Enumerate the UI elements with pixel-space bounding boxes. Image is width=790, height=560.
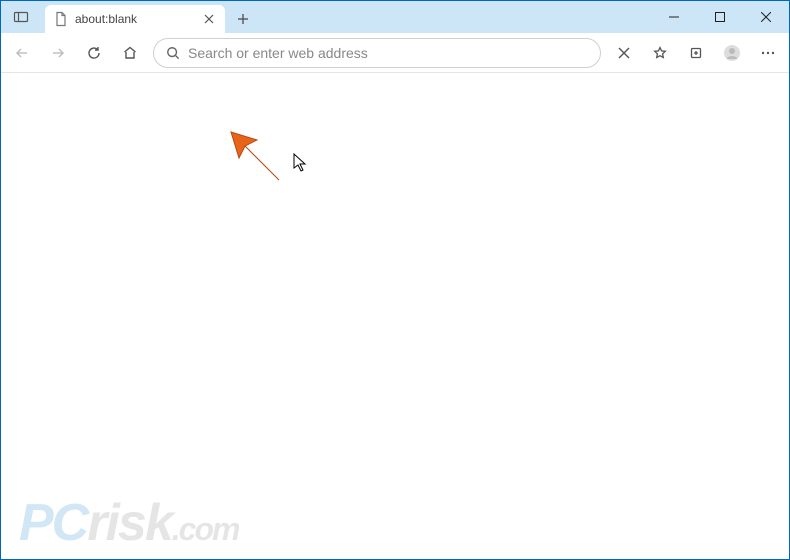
tab-title: about:blank [75,12,195,26]
tab[interactable]: about:blank [45,5,225,33]
title-bar: about:blank [1,1,789,33]
watermark-part2: risk [87,493,172,553]
toolbar [1,33,789,73]
refresh-button[interactable] [77,36,111,70]
close-icon [204,14,214,24]
tab-actions-button[interactable] [1,1,41,33]
watermark-part1: PC [19,493,87,553]
collections-icon [688,45,704,61]
close-icon [761,12,771,22]
cursor-icon [293,153,309,173]
minimize-button[interactable] [651,1,697,33]
browser-window: about:blank [0,0,790,560]
home-icon [122,45,138,61]
collections-button[interactable] [679,36,713,70]
arrow-left-icon [14,45,30,61]
favorites-button[interactable] [643,36,677,70]
menu-button[interactable] [751,36,785,70]
forward-button[interactable] [41,36,75,70]
home-button[interactable] [113,36,147,70]
back-button[interactable] [5,36,39,70]
search-icon [166,46,180,60]
plus-icon [237,13,249,25]
tab-actions-icon [13,9,29,25]
more-icon [760,45,776,61]
star-plus-icon [652,45,668,61]
page-icon [53,11,69,27]
stop-button[interactable] [607,36,641,70]
window-controls [651,1,789,33]
page-content: PCrisk.com [1,73,789,559]
arrow-right-icon [50,45,66,61]
watermark-tld: .com [172,511,239,548]
maximize-icon [715,12,725,22]
x-icon [617,46,631,60]
refresh-icon [86,45,102,61]
minimize-icon [669,12,679,22]
address-input[interactable] [188,45,588,61]
tab-close-button[interactable] [201,11,217,27]
profile-button[interactable] [715,36,749,70]
profile-icon [723,44,741,62]
watermark: PCrisk.com [19,493,238,553]
arrow-annotation [227,128,287,188]
address-bar[interactable] [153,38,601,68]
maximize-button[interactable] [697,1,743,33]
new-tab-button[interactable] [229,5,257,33]
window-close-button[interactable] [743,1,789,33]
